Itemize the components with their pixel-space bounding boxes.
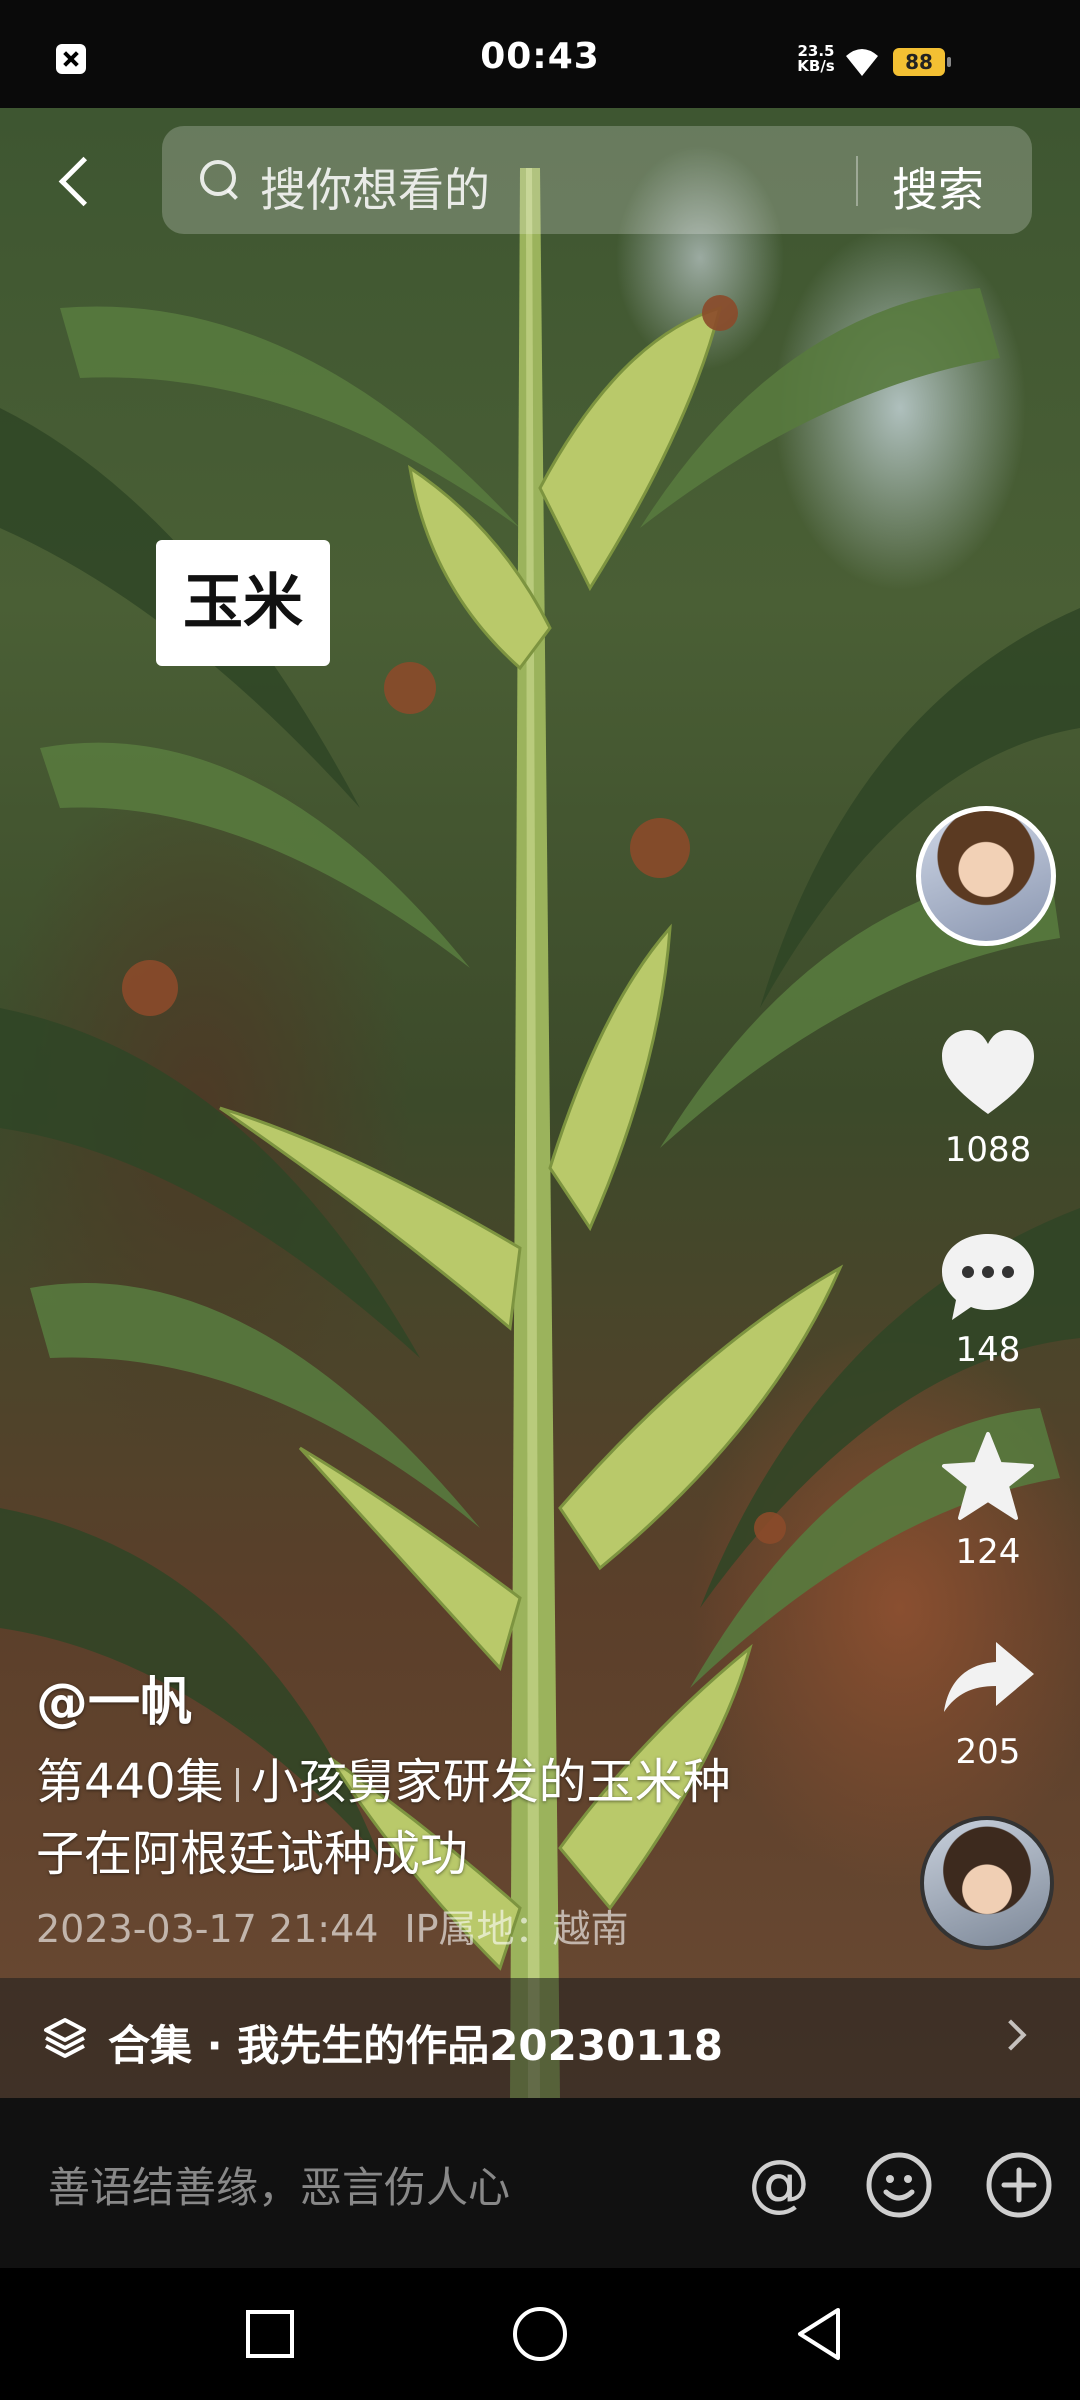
comment-input[interactable]: 善语结善缘，恶言伤人心 bbox=[48, 2154, 510, 2215]
search-input[interactable]: 搜你想看的 bbox=[260, 154, 490, 220]
system-nav-bar bbox=[0, 2268, 1080, 2400]
heart-icon bbox=[942, 1030, 1034, 1114]
network-speed: 23.5 KB/s bbox=[794, 44, 838, 74]
video-description[interactable]: 第440集 小孩舅家研发的玉米种 子在阿根廷试种成功 bbox=[36, 1746, 826, 1890]
chevron-right-icon bbox=[995, 2019, 1027, 2051]
description-line-2: 子在阿根廷试种成功 bbox=[36, 1826, 469, 1882]
home-button[interactable] bbox=[510, 2304, 570, 2364]
ip-location: IP属地：越南 bbox=[404, 1907, 629, 1951]
episode-divider bbox=[235, 1768, 239, 1802]
collection-title: 合集 · 我先生的作品20230118 bbox=[108, 2021, 723, 2070]
share-count: 205 bbox=[955, 1732, 1021, 1772]
favorite-count: 124 bbox=[955, 1532, 1021, 1572]
like-button[interactable]: 1088 bbox=[928, 1026, 1048, 1170]
status-bar: 00:43 23.5 KB/s 88 bbox=[0, 0, 1080, 108]
search-icon bbox=[200, 160, 240, 200]
search-divider bbox=[856, 156, 858, 206]
wifi-icon bbox=[846, 49, 878, 76]
speech-bubble-icon bbox=[942, 1234, 1034, 1320]
author-name[interactable]: @一帆 bbox=[36, 1660, 192, 1735]
search-button[interactable]: 搜索 bbox=[892, 154, 984, 220]
search-bar[interactable]: 搜你想看的 搜索 bbox=[162, 126, 1032, 234]
like-count: 1088 bbox=[944, 1130, 1032, 1170]
svg-text:@: @ bbox=[748, 2150, 810, 2219]
comment-bar: 善语结善缘，恶言伤人心 @ bbox=[0, 2098, 1080, 2268]
network-speed-unit: KB/s bbox=[797, 57, 835, 75]
recents-button[interactable] bbox=[240, 2304, 300, 2364]
episode-number: 第440集 bbox=[36, 1754, 224, 1810]
favorite-button[interactable]: 124 bbox=[928, 1428, 1048, 1572]
share-arrow-icon bbox=[944, 1642, 1034, 1712]
share-button[interactable]: 205 bbox=[928, 1628, 1048, 1772]
description-line-1: 小孩舅家研发的玉米种 bbox=[250, 1754, 731, 1810]
collection-bar[interactable]: 合集 · 我先生的作品20230118 bbox=[0, 1978, 1080, 2098]
back-button[interactable] bbox=[52, 146, 112, 216]
comment-count: 148 bbox=[955, 1330, 1021, 1370]
publish-date: 2023-03-17 21:44 bbox=[36, 1907, 379, 1951]
back-nav-button[interactable] bbox=[790, 2304, 850, 2364]
plus-circle-icon[interactable] bbox=[984, 2150, 1054, 2220]
comment-button[interactable]: 148 bbox=[928, 1226, 1048, 1370]
emoji-icon[interactable] bbox=[864, 2150, 934, 2220]
video-meta: 2023-03-17 21:44 IP属地：越南 bbox=[36, 1898, 629, 1953]
battery-icon: 88 bbox=[893, 48, 951, 76]
star-icon bbox=[942, 1432, 1034, 1520]
video-overlay-label: 玉米 bbox=[156, 540, 330, 666]
layers-icon bbox=[44, 2018, 86, 2058]
author-avatar[interactable] bbox=[916, 806, 1056, 946]
music-disc[interactable] bbox=[920, 1816, 1054, 1950]
at-icon[interactable]: @ bbox=[744, 2150, 814, 2220]
